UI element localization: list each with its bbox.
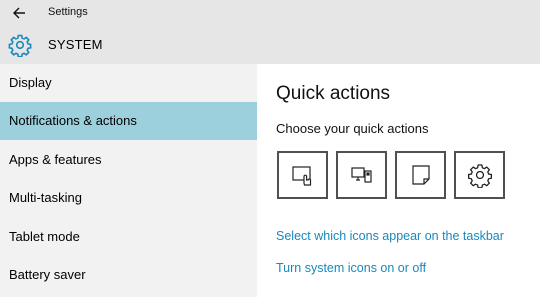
back-arrow-icon	[13, 7, 25, 19]
sidebar-item-tablet-mode[interactable]: Tablet mode	[0, 218, 257, 256]
gear-icon	[8, 34, 32, 57]
sidebar-item-display[interactable]: Display	[0, 64, 257, 102]
back-button[interactable]	[10, 4, 30, 22]
window-title: Settings	[48, 6, 88, 18]
note-icon	[411, 165, 430, 185]
sidebar-item-apps-features[interactable]: Apps & features	[0, 141, 257, 179]
quick-action-tile-settings[interactable]	[454, 151, 505, 199]
quick-action-tile-project[interactable]	[336, 151, 387, 199]
project-icon	[350, 167, 372, 183]
section-title: SYSTEM	[48, 37, 103, 52]
quick-action-tile-note[interactable]	[395, 151, 446, 199]
section-header: SYSTEM	[0, 26, 540, 64]
select-taskbar-icons-link[interactable]: Select which icons appear on the taskbar	[276, 229, 504, 243]
sidebar-item-notifications-actions[interactable]: Notifications & actions	[0, 102, 257, 140]
quick-action-tile-tablet-mode[interactable]	[277, 151, 328, 199]
tablet-mode-icon	[291, 166, 311, 186]
sidebar-item-multi-tasking[interactable]: Multi-tasking	[0, 179, 257, 217]
page-title: Quick actions	[276, 83, 391, 104]
settings-icon	[467, 164, 492, 188]
turn-system-icons-link[interactable]: Turn system icons on or off	[276, 261, 426, 275]
title-bar: Settings	[0, 0, 540, 26]
main-panel: Quick actions Choose your quick actions	[257, 64, 540, 297]
quick-actions-subtitle: Choose your quick actions	[276, 121, 429, 136]
sidebar-item-battery-saver[interactable]: Battery saver	[0, 256, 257, 294]
sidebar: Display Notifications & actions Apps & f…	[0, 64, 257, 297]
